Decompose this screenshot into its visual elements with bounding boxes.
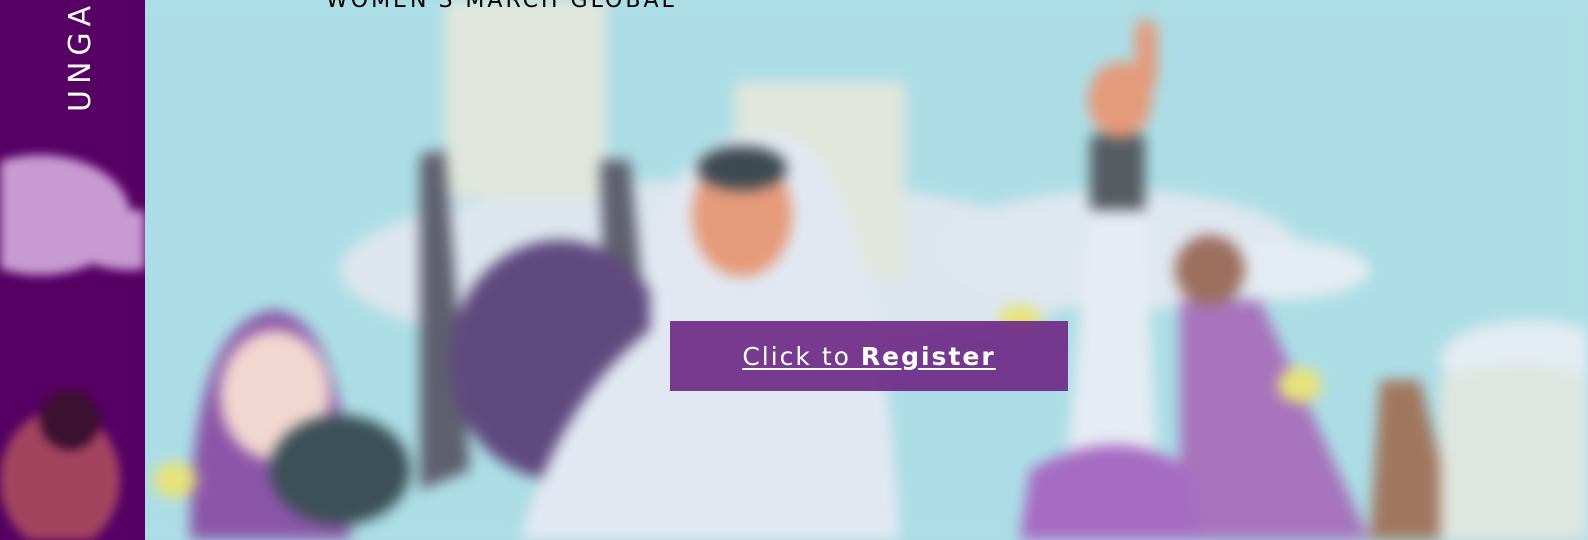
- page-title: WOMEN'S MARCH GLOBAL: [326, 0, 677, 13]
- register-button[interactable]: Click to Register: [670, 321, 1068, 391]
- register-button-emphasis: Register: [860, 341, 996, 371]
- sidebar-vertical-label: UNGA: [63, 0, 98, 112]
- sidebar-panel: UNGA: [0, 0, 145, 540]
- protest-crowd-illustration-icon: [0, 0, 1588, 540]
- hero-banner: [0, 0, 1588, 540]
- register-button-prefix: Click to: [742, 341, 851, 371]
